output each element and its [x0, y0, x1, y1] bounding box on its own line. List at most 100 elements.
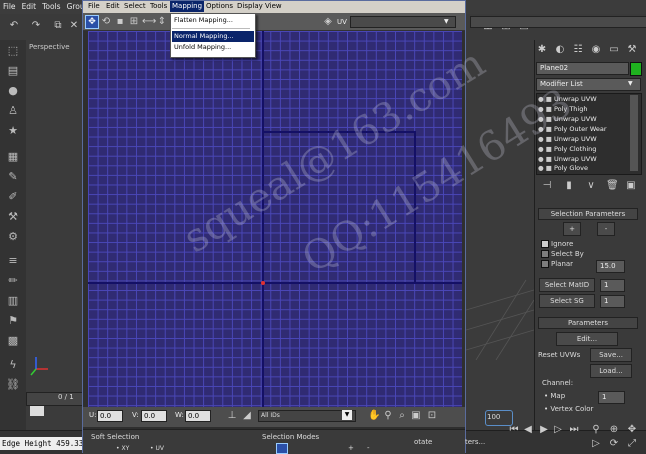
- reset-uvws-label[interactable]: Reset UVWs: [538, 351, 580, 359]
- uv-radio[interactable]: • UV: [150, 445, 164, 452]
- lock-selected-icon[interactable]: ⊥: [226, 410, 238, 422]
- gear-icon[interactable]: ⚙: [6, 230, 20, 244]
- lightning-icon[interactable]: ϟ: [6, 358, 20, 372]
- make-unique-icon[interactable]: ∨: [585, 180, 597, 192]
- zoom-icon[interactable]: ⚲: [590, 424, 602, 436]
- hide-icon[interactable]: ◢: [241, 410, 253, 422]
- stack-item[interactable]: ● ■ Poly Glove: [538, 164, 630, 173]
- time-slider-thumb[interactable]: [30, 406, 44, 416]
- viewport-label[interactable]: Perspective: [29, 43, 70, 51]
- zoom-selected-icon[interactable]: ⊡: [426, 410, 438, 422]
- show-map-icon[interactable]: ◈: [322, 16, 334, 28]
- grid-icon[interactable]: ▩: [6, 334, 20, 348]
- matid-field[interactable]: 1: [600, 279, 625, 292]
- load-button[interactable]: Load...: [590, 364, 632, 378]
- unlink-icon[interactable]: ✕: [68, 20, 80, 32]
- box-icon[interactable]: ▤: [6, 64, 20, 78]
- menu-file[interactable]: File: [86, 1, 102, 12]
- stack-scrollbar[interactable]: [630, 95, 638, 171]
- chevron-down-icon[interactable]: ▼: [342, 410, 352, 420]
- texture-dropdown[interactable]: [350, 16, 456, 28]
- stack-item[interactable]: ● ■ Poly Clothing: [538, 145, 630, 154]
- menu-view[interactable]: View: [263, 1, 284, 12]
- sphere-icon[interactable]: ●: [6, 84, 20, 98]
- time-slider[interactable]: [26, 392, 84, 406]
- create-tab-icon[interactable]: ✱: [536, 44, 548, 56]
- sg-field[interactable]: 1: [600, 295, 625, 308]
- v-value-field[interactable]: 0.0: [141, 410, 167, 422]
- display-tab-icon[interactable]: ▭: [608, 44, 620, 56]
- stack-item[interactable]: ● ■ Poly Thigh: [538, 105, 630, 114]
- parameters-rollout[interactable]: Parameters: [538, 317, 638, 329]
- layers-icon[interactable]: ≡: [6, 254, 20, 268]
- motion-tab-icon[interactable]: ◉: [590, 44, 602, 56]
- chevron-down-icon[interactable]: ▼: [628, 79, 636, 89]
- menu-tools[interactable]: Tools: [148, 1, 169, 12]
- link-chain-icon[interactable]: ⛓: [6, 378, 20, 392]
- remove-modifier-icon[interactable]: 🗑: [606, 180, 619, 192]
- zoom-icon[interactable]: ⚲: [382, 410, 394, 422]
- selection-parameters-rollout[interactable]: Selection Parameters: [538, 208, 638, 220]
- maximize-viewport-icon[interactable]: ⤢: [626, 438, 638, 450]
- shrink-sel-minus[interactable]: -: [367, 444, 370, 452]
- zoom-region-icon[interactable]: ⌕: [396, 410, 408, 422]
- pan-icon[interactable]: ✥: [626, 424, 638, 436]
- create-icon[interactable]: ⬚: [6, 44, 20, 58]
- grow-selection-button[interactable]: +: [563, 222, 581, 236]
- zoom-all-icon[interactable]: ⊕: [608, 424, 620, 436]
- go-to-end-icon[interactable]: ⏭: [568, 424, 580, 436]
- host-menu-tools[interactable]: Tools: [39, 0, 63, 13]
- vertex-mode-icon[interactable]: [276, 443, 288, 454]
- star-icon[interactable]: ★: [6, 124, 20, 138]
- stack-item[interactable]: ● ■ Unwrap UVW: [538, 135, 630, 144]
- menu-edit[interactable]: Edit: [104, 1, 122, 12]
- object-color-swatch[interactable]: [630, 62, 642, 76]
- stack-item[interactable]: ● ■ Unwrap UVW: [538, 115, 630, 124]
- normal-mapping-item[interactable]: Normal Mapping...: [172, 31, 254, 42]
- filters-label[interactable]: ters...: [465, 438, 485, 446]
- save-button[interactable]: Save...: [590, 348, 632, 362]
- undo-icon[interactable]: ↶: [8, 20, 20, 32]
- modifier-list-dropdown[interactable]: Modifier List: [536, 78, 641, 91]
- link-icon[interactable]: ⧉: [52, 20, 64, 32]
- next-frame-icon[interactable]: ▷: [552, 424, 564, 436]
- orbit-icon[interactable]: ⟳: [608, 438, 620, 450]
- host-menu-file[interactable]: File: [0, 0, 19, 13]
- show-end-result-icon[interactable]: ▮: [563, 180, 575, 192]
- edit-button[interactable]: Edit...: [556, 332, 618, 346]
- flip-icon[interactable]: ⇕: [156, 16, 168, 28]
- redo-icon[interactable]: ↷: [30, 20, 42, 32]
- configure-sets-icon[interactable]: ▣: [625, 180, 637, 192]
- host-menu-edit[interactable]: Edit: [19, 0, 40, 13]
- w-value-field[interactable]: 0.0: [185, 410, 211, 422]
- mirror-icon[interactable]: ⟷: [142, 16, 156, 28]
- select-sg-button[interactable]: Select SG: [539, 294, 595, 308]
- u-value-field[interactable]: 0.0: [97, 410, 123, 422]
- unfold-mapping-item[interactable]: Unfold Mapping...: [172, 42, 254, 53]
- xy-radio[interactable]: • XY: [116, 445, 129, 452]
- freeform-icon[interactable]: ⊞: [128, 16, 140, 28]
- stack-item[interactable]: ● ■ Unwrap UVW: [538, 155, 630, 164]
- vertex-color-radio[interactable]: • Vertex Color: [544, 405, 593, 413]
- pin-stack-icon[interactable]: ⊣: [541, 180, 553, 192]
- map-radio[interactable]: • Map: [544, 392, 565, 400]
- menu-options[interactable]: Options: [204, 1, 235, 12]
- person-icon[interactable]: ♙: [6, 104, 20, 118]
- object-name-field[interactable]: Plane02: [536, 62, 629, 75]
- select-by-checkbox[interactable]: Select By: [541, 250, 584, 258]
- hierarchy-tab-icon[interactable]: ☷: [572, 44, 584, 56]
- menu-display[interactable]: Display: [235, 1, 265, 12]
- rotate-label[interactable]: otate: [414, 438, 432, 446]
- ignore-checkbox[interactable]: Ignore: [541, 240, 573, 248]
- play-icon[interactable]: ▶: [538, 424, 550, 436]
- pen-icon[interactable]: ✐: [6, 190, 20, 204]
- menu-select[interactable]: Select: [122, 1, 148, 12]
- shrink-selection-button[interactable]: -: [597, 222, 615, 236]
- menu-mapping[interactable]: Mapping: [170, 1, 205, 12]
- uv-mode-label[interactable]: UV: [337, 18, 347, 26]
- soft-selection-label[interactable]: Soft Selection: [91, 433, 139, 441]
- go-to-start-icon[interactable]: ⏮: [508, 424, 520, 436]
- brush-icon[interactable]: ✎: [6, 170, 20, 184]
- select-matid-button[interactable]: Select MatID: [539, 278, 595, 292]
- wrench-icon[interactable]: ⚒: [6, 210, 20, 224]
